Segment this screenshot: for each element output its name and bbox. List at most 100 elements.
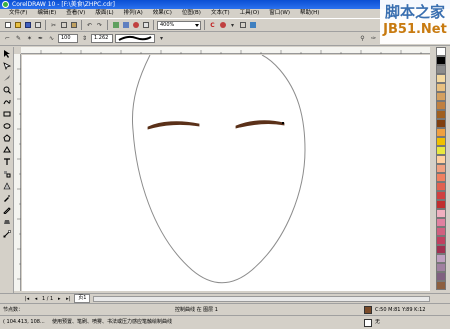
menu-file[interactable]: 文件(F) <box>4 9 32 18</box>
palette-swatch[interactable] <box>436 110 446 119</box>
shape-tool-icon[interactable] <box>1 60 12 71</box>
undo-icon[interactable]: ↶ <box>85 21 94 30</box>
brush-icon[interactable]: ✎ <box>14 34 23 43</box>
eyedropper-icon[interactable]: ⚲ <box>358 34 367 43</box>
palette-swatch[interactable] <box>436 146 446 155</box>
palette-swatch[interactable] <box>436 155 446 164</box>
menu-bitmaps[interactable]: 位图(B) <box>177 9 206 18</box>
horizontal-scrollbar[interactable] <box>93 295 430 302</box>
drawing-canvas[interactable] <box>22 55 430 291</box>
export-icon[interactable] <box>121 21 130 30</box>
rectangle-tool-icon[interactable] <box>1 108 12 119</box>
pick-tool-icon[interactable] <box>1 48 12 59</box>
new-icon[interactable] <box>3 21 12 30</box>
menu-window[interactable]: 窗口(W) <box>264 9 295 18</box>
palette-swatch[interactable] <box>436 227 446 236</box>
save-icon[interactable] <box>23 21 32 30</box>
face-outline[interactable] <box>131 55 306 284</box>
eyedropper-tool-icon[interactable] <box>1 192 12 203</box>
palette-swatch[interactable] <box>436 200 446 209</box>
next-page-icon[interactable]: ▸ <box>56 296 62 302</box>
paste-icon[interactable] <box>69 21 78 30</box>
palette-swatch[interactable] <box>436 128 446 137</box>
palette-swatch[interactable] <box>436 47 446 56</box>
stroke-preview-select[interactable] <box>115 34 155 43</box>
palette-swatch[interactable] <box>436 218 446 227</box>
selection-node[interactable] <box>282 122 284 124</box>
options-icon[interactable] <box>238 21 247 30</box>
palette-swatch[interactable] <box>436 101 446 110</box>
palette-swatch[interactable] <box>436 56 446 65</box>
horizontal-ruler[interactable] <box>21 47 430 54</box>
open-icon[interactable] <box>13 21 22 30</box>
ruler-corner[interactable] <box>14 47 21 54</box>
import-icon[interactable] <box>111 21 120 30</box>
palette-swatch[interactable] <box>436 209 446 218</box>
page-tab-1[interactable]: 页1 <box>74 294 91 303</box>
palette-swatch[interactable] <box>436 236 446 245</box>
palette-swatch[interactable] <box>436 263 446 272</box>
zoom-level-select[interactable]: 400% <box>157 20 201 30</box>
menu-edit[interactable]: 编辑(E) <box>32 9 61 18</box>
polygon-tool-icon[interactable] <box>1 132 12 143</box>
print-icon[interactable] <box>33 21 42 30</box>
menu-layout[interactable]: 版面(L) <box>90 9 118 18</box>
menu-effects[interactable]: 效果(C) <box>148 9 177 18</box>
corel-graphics-icon[interactable]: C <box>208 21 217 30</box>
menu-help[interactable]: 帮助(H) <box>295 9 324 18</box>
menu-arrange[interactable]: 排列(A) <box>119 9 148 18</box>
preset-dropdown-icon[interactable]: ▾ <box>157 34 166 43</box>
first-page-icon[interactable]: |◂ <box>24 296 30 302</box>
menu-view[interactable]: 查看(V) <box>61 9 90 18</box>
freehand-tool-icon[interactable] <box>1 96 12 107</box>
fill-tool-icon[interactable] <box>1 216 12 227</box>
basic-shapes-tool-icon[interactable] <box>1 144 12 155</box>
palette-swatch[interactable] <box>436 65 446 74</box>
application-launcher-icon[interactable] <box>131 21 140 30</box>
menu-tools[interactable]: 工具(O) <box>235 9 265 18</box>
palette-swatch[interactable] <box>436 272 446 281</box>
width-arrows-icon[interactable]: ⇕ <box>80 34 89 43</box>
copy-icon[interactable] <box>59 21 68 30</box>
status-bar-bottom: ( 104.413, 108... 使用预置、笔刷、喷雾、书法或压力感应笔触绘制… <box>0 315 450 328</box>
calligraphic-icon[interactable]: ✒ <box>36 34 45 43</box>
palette-swatch[interactable] <box>436 182 446 191</box>
vertical-ruler[interactable] <box>14 54 21 291</box>
palette-swatch[interactable] <box>436 137 446 146</box>
knife-tool-icon[interactable] <box>1 72 12 83</box>
cut-icon[interactable]: ✂ <box>49 21 58 30</box>
interactive-transparency-tool-icon[interactable] <box>1 180 12 191</box>
pen-icon[interactable]: ✑ <box>369 34 378 43</box>
zoom-tool-icon[interactable] <box>1 84 12 95</box>
palette-swatch[interactable] <box>436 164 446 173</box>
outline-tool-icon[interactable] <box>1 204 12 215</box>
palette-swatch[interactable] <box>436 173 446 182</box>
redo-icon[interactable]: ↷ <box>95 21 104 30</box>
smoothing-field[interactable]: 100 <box>58 34 78 43</box>
pressure-icon[interactable]: ∿ <box>47 34 56 43</box>
flag-icon[interactable] <box>248 21 257 30</box>
corel-online-icon[interactable] <box>141 21 150 30</box>
dropdown-icon[interactable]: ▾ <box>228 21 237 30</box>
interactive-fill-tool-icon[interactable] <box>1 228 12 239</box>
palette-swatch[interactable] <box>436 119 446 128</box>
ellipse-tool-icon[interactable] <box>1 120 12 131</box>
right-eyebrow[interactable] <box>235 120 285 129</box>
last-page-icon[interactable]: ▸| <box>65 296 71 302</box>
palette-swatch[interactable] <box>436 245 446 254</box>
palette-swatch[interactable] <box>436 254 446 263</box>
color-management-icon[interactable] <box>218 21 227 30</box>
left-eyebrow[interactable] <box>147 121 200 130</box>
menu-text[interactable]: 文本(T) <box>206 9 235 18</box>
interactive-blend-tool-icon[interactable] <box>1 168 12 179</box>
artistic-media-preset-icon[interactable]: ⌐ <box>3 34 12 43</box>
palette-swatch[interactable] <box>436 281 446 290</box>
text-tool-icon[interactable] <box>1 156 12 167</box>
palette-swatch[interactable] <box>436 83 446 92</box>
sprayer-icon[interactable]: ✶ <box>25 34 34 43</box>
palette-swatch[interactable] <box>436 92 446 101</box>
palette-swatch[interactable] <box>436 74 446 83</box>
stroke-width-field[interactable]: 1.262 <box>91 34 113 43</box>
prev-page-icon[interactable]: ◂ <box>33 296 39 302</box>
palette-swatch[interactable] <box>436 191 446 200</box>
